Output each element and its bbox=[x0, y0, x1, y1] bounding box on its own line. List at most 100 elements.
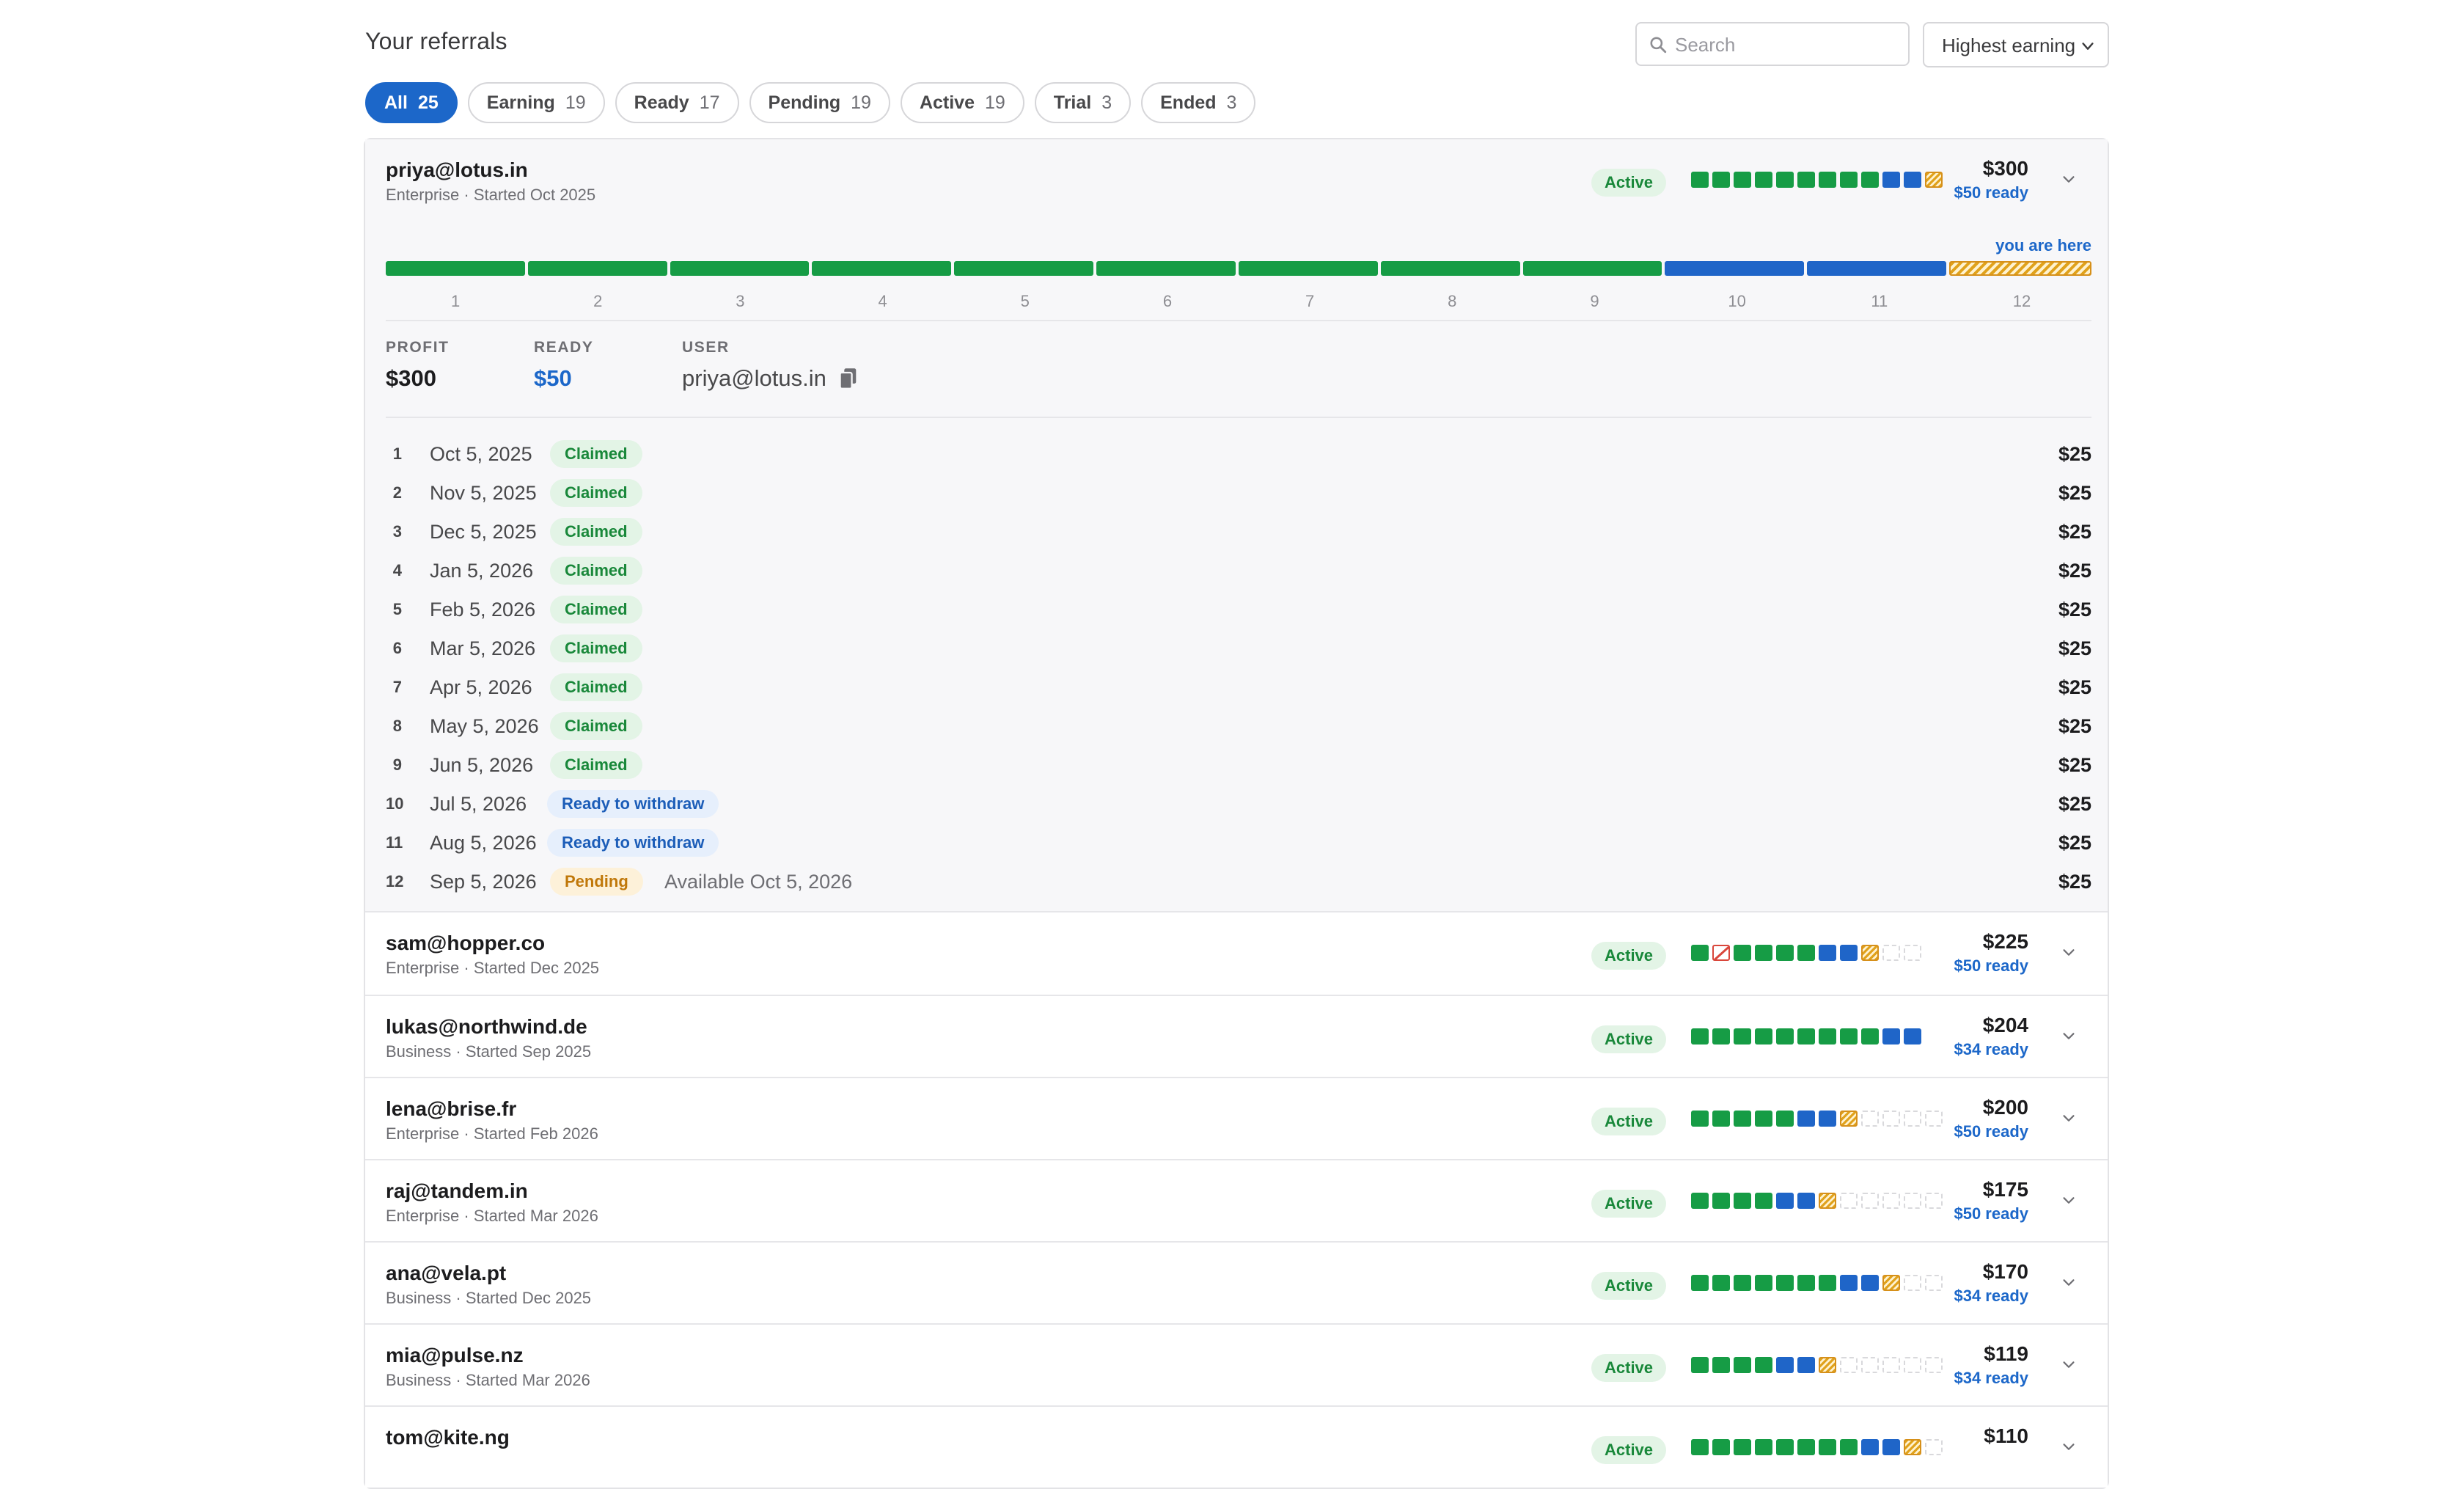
status-badge-label: Active bbox=[1591, 1108, 1667, 1135]
chevron-down-icon bbox=[2082, 43, 2094, 50]
filter-chip-count: 25 bbox=[417, 92, 439, 113]
timeline-track bbox=[386, 261, 2091, 276]
chevron-down-icon[interactable] bbox=[2061, 1193, 2077, 1209]
month-claimed bbox=[1755, 172, 1772, 188]
month-empty bbox=[1925, 1111, 1943, 1127]
filter-chip-label: Ended bbox=[1160, 92, 1217, 113]
month-pending bbox=[1904, 1439, 1921, 1455]
referral-row[interactable]: raj@tandem.in Enterprise · Started Mar 20… bbox=[365, 1159, 2108, 1241]
chevron-up-icon[interactable] bbox=[2061, 172, 2077, 188]
status-badge: Active bbox=[1591, 942, 1667, 970]
month-pending bbox=[1840, 1111, 1858, 1127]
copy-icon[interactable] bbox=[838, 367, 859, 390]
referral-row[interactable]: ana@vela.pt Business · Started Dec 2025 Ac… bbox=[365, 1241, 2108, 1323]
referral-ready: $50 ready bbox=[1954, 183, 2028, 202]
sort-select[interactable]: Highest earning bbox=[1923, 22, 2109, 67]
referral-row[interactable]: sam@hopper.co Enterprise · Started Dec 20… bbox=[365, 912, 2108, 995]
referral-ready: $50 ready bbox=[1954, 956, 2028, 975]
referral-meta: Enterprise · Started Feb 2026 bbox=[386, 1124, 598, 1143]
referral-row[interactable]: mia@pulse.nz Business · Started Mar 2026 A… bbox=[365, 1323, 2108, 1405]
stat-profit-label: PROFIT bbox=[386, 339, 450, 356]
stat-user-email: priya@lotus.in bbox=[682, 365, 826, 391]
payout-amount: $25 bbox=[2058, 560, 2091, 582]
payout-amount: $25 bbox=[2058, 754, 2091, 776]
search-box[interactable] bbox=[1635, 22, 1910, 66]
referrals-page: Your referrals Highest earning All 25 Earn… bbox=[0, 0, 2464, 1489]
referral-rows: sam@hopper.co Enterprise · Started Dec 20… bbox=[365, 912, 2108, 1488]
month-missed bbox=[1712, 945, 1730, 961]
referral-email: sam@hopper.co bbox=[386, 932, 546, 954]
month-empty bbox=[1925, 1439, 1943, 1455]
payout-row: 4 Jan 5, 2026 Claimed $25 bbox=[386, 551, 2091, 590]
payout-number: 7 bbox=[392, 678, 402, 696]
payout-date: Feb 5, 2026 bbox=[430, 599, 536, 621]
chevron-down-icon[interactable] bbox=[2061, 1111, 2077, 1127]
referral-meta: Enterprise · Started Dec 2025 bbox=[386, 959, 600, 977]
chevron-down-icon[interactable] bbox=[2061, 1357, 2077, 1373]
month-claimed bbox=[1819, 1275, 1836, 1291]
month-claimed bbox=[1734, 945, 1751, 961]
filter-chip-ended[interactable]: Ended 3 bbox=[1141, 82, 1256, 123]
referral-row[interactable]: lukas@northwind.de Business · Started Sep… bbox=[365, 995, 2108, 1077]
payout-amount: $25 bbox=[2058, 637, 2091, 659]
filter-chip-all[interactable]: All 25 bbox=[365, 82, 458, 123]
referral-meta: Enterprise · Started Mar 2026 bbox=[386, 1207, 598, 1225]
month-claimed bbox=[1712, 1275, 1730, 1291]
chevron-down-icon[interactable] bbox=[2061, 1028, 2077, 1045]
referral-ready: $50 ready bbox=[1954, 1122, 2028, 1141]
referral-ready: $34 ready bbox=[1954, 1040, 2028, 1058]
referral-amount: $110 bbox=[1984, 1424, 2028, 1449]
status-badge: Active bbox=[1591, 169, 1667, 197]
month-claimed bbox=[1819, 1028, 1836, 1045]
payout-row: 10 Jul 5, 2026 Ready to withdraw $25 bbox=[386, 784, 2091, 823]
filter-chip-trial[interactable]: Trial 3 bbox=[1034, 82, 1132, 123]
filter-chips: All 25 Earning 19 Ready 17 Pending 19 Active 19 Tr… bbox=[365, 82, 1256, 123]
filter-chip-pending[interactable]: Pending 19 bbox=[749, 82, 890, 123]
filter-chip-count: 3 bbox=[1226, 92, 1237, 113]
header: Your referrals Highest earning bbox=[364, 0, 2109, 78]
filter-chip-active[interactable]: Active 19 bbox=[900, 82, 1024, 123]
referral-amount: $225 $50 ready bbox=[1954, 930, 2028, 977]
payout-row: 6 Mar 5, 2026 Claimed $25 bbox=[386, 629, 2091, 667]
status-badge: Active bbox=[1591, 1108, 1667, 1135]
payout-available-note: Available Oct 5, 2026 bbox=[664, 871, 853, 893]
month-ready bbox=[1776, 1357, 1794, 1373]
month-ready bbox=[1882, 172, 1900, 188]
status-badge: Active bbox=[1591, 1272, 1667, 1300]
referral-meta: Business · Started Dec 2025 bbox=[386, 1289, 592, 1307]
referral-total: $200 bbox=[1982, 1096, 2028, 1119]
referral-row[interactable]: tom@kite.ng Active $110 bbox=[365, 1405, 2108, 1488]
payout-status-badge: Claimed bbox=[550, 518, 642, 546]
referral-email: priya@lotus.in bbox=[386, 158, 528, 181]
filter-chip-ready[interactable]: Ready 17 bbox=[615, 82, 739, 123]
month-progress bbox=[1691, 1439, 1943, 1455]
referral-amount: $204 $34 ready bbox=[1954, 1014, 2028, 1061]
chevron-down-icon[interactable] bbox=[2061, 1439, 2077, 1455]
filter-chip-earning[interactable]: Earning 19 bbox=[467, 82, 605, 123]
timeline-segment-claimed bbox=[1238, 261, 1378, 276]
search-input[interactable] bbox=[1673, 31, 1896, 59]
month-claimed bbox=[1797, 1275, 1815, 1291]
timeline-tick-label: 1 bbox=[450, 292, 461, 310]
payout-status-badge: Claimed bbox=[550, 557, 642, 585]
payout-status-badge: Claimed bbox=[550, 596, 642, 623]
month-progress bbox=[1691, 945, 1921, 961]
payout-number: 6 bbox=[392, 639, 402, 657]
month-claimed bbox=[1734, 172, 1751, 188]
status-badge: Active bbox=[1591, 1025, 1667, 1053]
chevron-down-icon[interactable] bbox=[2061, 945, 2077, 961]
timeline-tick-label: 2 bbox=[593, 292, 603, 310]
filter-chip-label: All bbox=[384, 92, 408, 113]
month-ready bbox=[1840, 1275, 1858, 1291]
chevron-down-icon[interactable] bbox=[2061, 1275, 2077, 1291]
payout-status-badge: Ready to withdraw bbox=[547, 790, 719, 818]
referral-row[interactable]: lena@brise.fr Enterprise · Started Feb 20… bbox=[365, 1077, 2108, 1159]
filter-chip-count: 19 bbox=[851, 92, 871, 113]
referral-total: $170 bbox=[1982, 1260, 2028, 1283]
filter-chip-count: 19 bbox=[984, 92, 1005, 113]
referral-row-expanded[interactable]: priya@lotus.in Enterprise · Started Oct … bbox=[365, 139, 2108, 222]
month-claimed bbox=[1840, 1028, 1858, 1045]
month-ready bbox=[1904, 172, 1921, 188]
month-claimed bbox=[1776, 172, 1794, 188]
stat-ready-value: $50 bbox=[534, 365, 572, 391]
